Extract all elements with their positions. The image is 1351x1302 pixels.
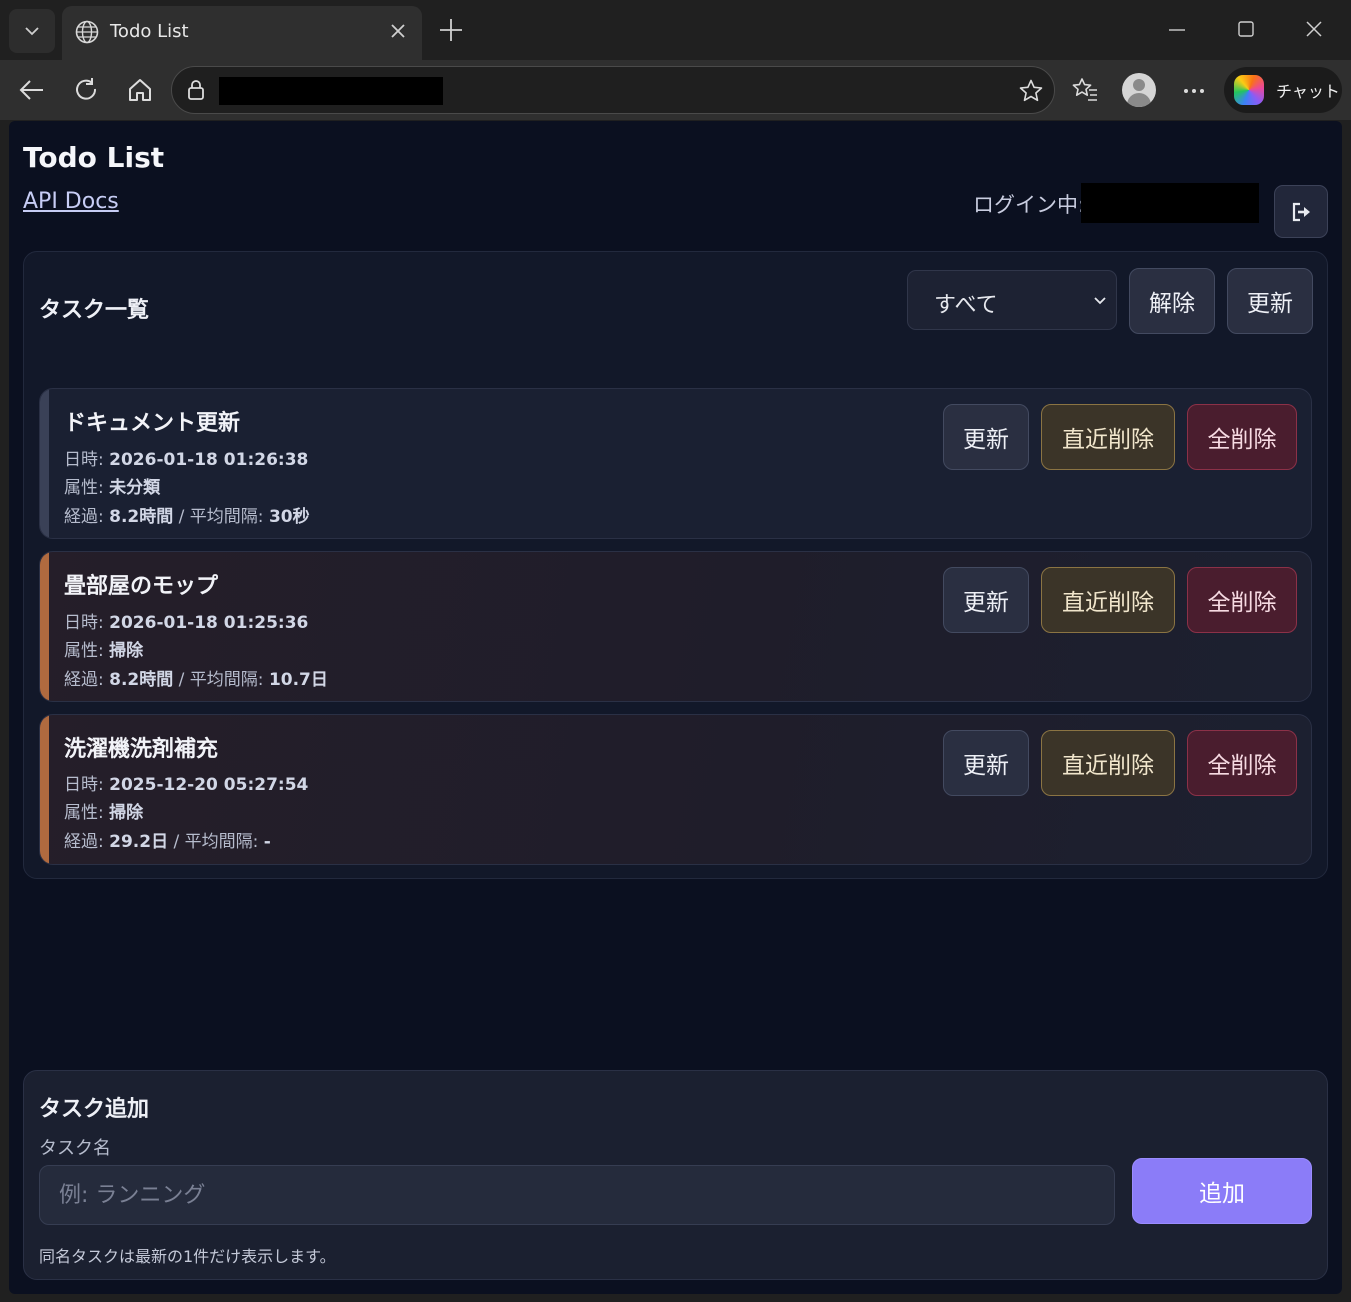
task-elapsed: 経過: 8.2時間 / 平均間隔: 30秒 [64, 507, 310, 527]
task-category: 属性: 未分類 [64, 478, 161, 498]
task-delete-all-button[interactable]: 全削除 [1187, 730, 1297, 796]
browser-toolbar: チャット [0, 60, 1351, 120]
redacted-username [1081, 183, 1259, 223]
task-datetime: 日時: 2025-12-20 05:27:54 [64, 775, 309, 795]
task-elapsed: 経過: 29.2日 / 平均間隔: - [64, 832, 271, 852]
avatar-head [1133, 79, 1145, 91]
chevron-down-icon [25, 27, 39, 36]
add-task-button[interactable]: 追加 [1132, 1158, 1312, 1224]
add-task-title: タスク追加 [39, 1097, 150, 1122]
copilot-icon [1234, 75, 1264, 105]
new-tab-icon[interactable] [436, 15, 466, 45]
browser-tab[interactable]: Todo List [62, 6, 422, 60]
task-update-button[interactable]: 更新 [943, 567, 1029, 633]
favorites-icon[interactable] [1071, 76, 1099, 104]
tab-actions-button[interactable] [9, 9, 55, 53]
task-name-input[interactable] [39, 1165, 1115, 1225]
task-name: 畳部屋のモップ [64, 574, 219, 599]
filter-select[interactable]: すべて [907, 270, 1117, 330]
reload-icon[interactable] [72, 76, 100, 104]
task-category: 属性: 掃除 [64, 803, 144, 823]
logout-icon [1292, 202, 1310, 221]
task-card: 洗濯機洗剤補充 日時: 2025-12-20 05:27:54 属性: 掃除 経… [39, 714, 1312, 865]
task-delete-latest-button[interactable]: 直近削除 [1041, 567, 1175, 633]
task-card-accent [40, 552, 49, 701]
task-elapsed: 経過: 8.2時間 / 平均間隔: 10.7日 [64, 670, 328, 690]
globe-icon [75, 20, 99, 44]
lock-icon[interactable] [184, 78, 208, 102]
task-card: 畳部屋のモップ 日時: 2026-01-18 01:25:36 属性: 掃除 経… [39, 551, 1312, 702]
redacted-url [219, 77, 443, 105]
close-window-icon[interactable] [1303, 18, 1325, 40]
page-title: Todo List [23, 141, 165, 174]
avatar-body [1127, 93, 1151, 107]
add-task-panel: タスク追加 タスク名 追加 同名タスクは最新の1件だけ表示します。 [23, 1070, 1328, 1280]
task-card: ドキュメント更新 日時: 2026-01-18 01:26:38 属性: 未分類… [39, 388, 1312, 539]
add-task-note: 同名タスクは最新の1件だけ表示します。 [39, 1247, 336, 1266]
task-name-label: タスク名 [39, 1138, 111, 1159]
task-delete-all-button[interactable]: 全削除 [1187, 404, 1297, 470]
chevron-down-icon [1094, 297, 1106, 305]
tab-title: Todo List [110, 21, 189, 42]
page-content: Todo List API Docs ログイン中: タスク一覧 すべて 解除 更… [9, 121, 1342, 1294]
task-datetime: 日時: 2026-01-18 01:25:36 [64, 613, 309, 633]
task-name: ドキュメント更新 [64, 411, 241, 436]
clear-filter-button[interactable]: 解除 [1129, 268, 1215, 334]
task-update-button[interactable]: 更新 [943, 730, 1029, 796]
chat-label: チャット [1276, 82, 1340, 101]
back-icon[interactable] [18, 76, 46, 104]
browser-tab-bar: Todo List [0, 0, 1351, 60]
task-delete-latest-button[interactable]: 直近削除 [1041, 730, 1175, 796]
task-category: 属性: 掃除 [64, 641, 144, 661]
task-list-panel: タスク一覧 すべて 解除 更新 ドキュメント更新 日時: 2026-01-18 … [23, 251, 1328, 879]
task-card-accent [40, 715, 49, 864]
more-options-icon[interactable] [1180, 76, 1208, 104]
task-name: 洗濯機洗剤補充 [64, 737, 219, 762]
maximize-icon[interactable] [1235, 18, 1257, 40]
task-delete-latest-button[interactable]: 直近削除 [1041, 404, 1175, 470]
minimize-icon[interactable] [1166, 18, 1188, 40]
address-bar[interactable] [171, 66, 1055, 114]
task-card-accent [40, 389, 49, 538]
favorite-star-icon[interactable] [1018, 78, 1044, 104]
close-tab-icon[interactable] [386, 19, 410, 43]
api-docs-link[interactable]: API Docs [23, 189, 119, 214]
task-list-title: タスク一覧 [39, 298, 150, 323]
task-update-button[interactable]: 更新 [943, 404, 1029, 470]
task-datetime: 日時: 2026-01-18 01:26:38 [64, 450, 309, 470]
task-delete-all-button[interactable]: 全削除 [1187, 567, 1297, 633]
home-icon[interactable] [126, 76, 154, 104]
refresh-list-button[interactable]: 更新 [1227, 268, 1313, 334]
login-status-label: ログイン中: [973, 193, 1086, 217]
profile-avatar[interactable] [1122, 73, 1156, 107]
filter-selected-value: すべて [934, 293, 998, 318]
copilot-chat-button[interactable]: チャット [1224, 67, 1342, 113]
logout-button[interactable] [1274, 185, 1328, 238]
